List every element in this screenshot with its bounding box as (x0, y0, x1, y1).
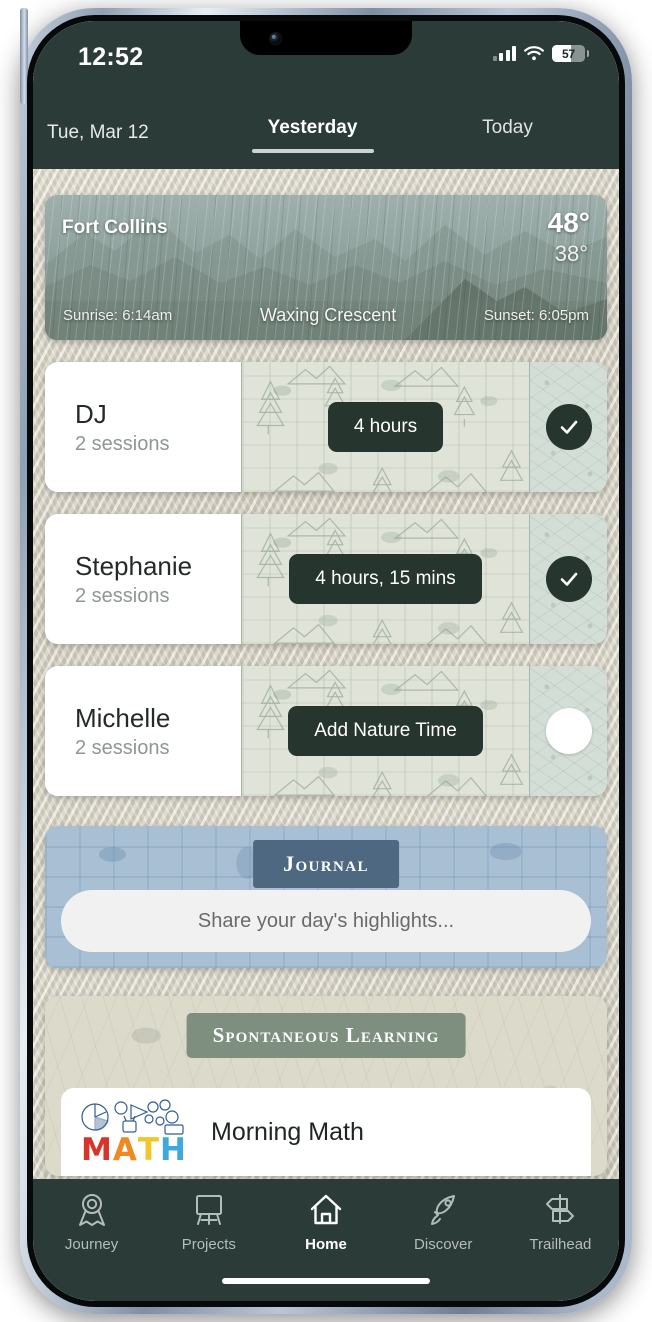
person-status-panel[interactable] (529, 362, 607, 492)
check-icon (560, 420, 577, 434)
spontaneous-learning-title-badge: Spontaneous Learning (186, 1013, 466, 1058)
phone-screen: Fort Collins 48° 38° Sunrise: 6:14am Wax… (33, 21, 619, 1301)
nature-time-button[interactable]: 4 hours, 15 mins (289, 554, 482, 604)
person-name-panel: Stephanie 2 sessions (45, 514, 242, 644)
cellular-signal-icon (492, 46, 516, 61)
signpost-icon (546, 1194, 575, 1224)
person-sessions: 2 sessions (75, 585, 170, 608)
sidebar-item-discover[interactable]: Discover (385, 1191, 502, 1253)
tab-today-label: Today (482, 117, 533, 138)
person-name: Stephanie (75, 550, 193, 581)
front-camera-icon (270, 33, 281, 44)
check-icon (560, 572, 577, 586)
circle-empty-icon[interactable] (545, 708, 592, 754)
person-nature-panel[interactable]: 4 hours (242, 362, 529, 492)
status-bar: 12:52 57 (33, 21, 619, 99)
status-indicators: 57 (492, 45, 589, 62)
home-indicator[interactable] (222, 1278, 430, 1284)
person-sessions: 2 sessions (75, 433, 170, 456)
spontaneous-learning-title: Spontaneous Learning (212, 1023, 440, 1047)
journal-card[interactable]: Journal Share your day's highlights... (45, 826, 607, 968)
weather-footer: Sunrise: 6:14am Waxing Crescent Sunset: … (45, 305, 607, 326)
list-item-title: Morning Math (211, 1117, 364, 1146)
sidebar-item-label: Discover (414, 1236, 473, 1253)
weather-low-temp: 38° (554, 241, 588, 266)
status-time: 12:52 (78, 43, 144, 71)
sidebar-item-label: Projects (181, 1236, 236, 1253)
person-nature-panel[interactable]: Add Nature Time (242, 666, 529, 796)
tab-today[interactable]: Today (410, 117, 605, 139)
weather-high-temp: 48° (547, 207, 590, 238)
person-name: Michelle (75, 702, 171, 733)
battery-icon: 57 (552, 45, 589, 62)
nature-time-button[interactable]: Add Nature Time (288, 706, 483, 756)
sidebar-item-home[interactable]: Home (267, 1191, 384, 1253)
spontaneous-learning-card[interactable]: Spontaneous Learning M A T H Morning Mat… (45, 996, 607, 1176)
battery-cap (586, 50, 589, 57)
scroll-content[interactable]: Fort Collins 48° 38° Sunrise: 6:14am Wax… (33, 169, 619, 1301)
award-ribbon-icon (78, 1194, 105, 1226)
journal-title: Journal (283, 851, 369, 876)
sidebar-item-projects[interactable]: Projects (150, 1191, 267, 1253)
weather-card[interactable]: Fort Collins 48° 38° Sunrise: 6:14am Wax… (45, 195, 607, 340)
person-status-panel[interactable] (529, 514, 607, 644)
weather-city: Fort Collins (62, 217, 168, 238)
person-name-panel: DJ 2 sessions (45, 362, 242, 492)
easel-icon (195, 1195, 222, 1225)
person-card[interactable]: Michelle 2 sessions Add Nature Time (45, 666, 607, 796)
header-date: Tue, Mar 12 (47, 122, 149, 143)
notch (240, 21, 412, 55)
date-tabs-header: Tue, Mar 12 Yesterday Today (33, 99, 619, 169)
math-logo-text: MATH (81, 1132, 187, 1168)
moon-phase-label: Waxing Crescent (259, 305, 397, 325)
house-icon (310, 1194, 342, 1225)
sidebar-item-label: Journey (64, 1236, 119, 1253)
tab-yesterday[interactable]: Yesterday (215, 117, 410, 153)
check-circle-filled-icon[interactable] (545, 556, 592, 602)
nature-time-button[interactable]: 4 hours (327, 402, 444, 452)
check-circle-filled-icon[interactable] (545, 404, 592, 450)
sidebar-item-trailhead[interactable]: Trailhead (502, 1191, 619, 1253)
math-doodle-logo: MATH (79, 1097, 191, 1167)
tab-active-indicator (251, 149, 374, 153)
person-card[interactable]: Stephanie 2 sessions 4 hours, 15 mins (45, 514, 607, 644)
sidebar-item-label: Home (305, 1236, 347, 1253)
person-sessions: 2 sessions (75, 737, 170, 760)
person-nature-panel[interactable]: 4 hours, 15 mins (242, 514, 529, 644)
math-doodle-icon (81, 1099, 184, 1135)
battery-body: 57 (552, 45, 585, 62)
journal-input-placeholder: Share your day's highlights... (197, 909, 455, 932)
sidebar-item-journey[interactable]: Journey (33, 1191, 150, 1253)
tab-yesterday-label: Yesterday (267, 117, 358, 138)
person-name: DJ (75, 398, 107, 429)
person-card[interactable]: DJ 2 sessions 4 hours (45, 362, 607, 492)
journal-input[interactable]: Share your day's highlights... (61, 890, 591, 952)
journal-title-badge: Journal (253, 840, 399, 888)
screenshot-scene: Fort Collins 48° 38° Sunrise: 6:14am Wax… (0, 0, 652, 1322)
list-item[interactable]: MATH Morning Math (61, 1088, 591, 1176)
sunset-label: Sunset: 6:05pm (483, 307, 589, 324)
rocket-icon (431, 1195, 456, 1225)
sidebar-item-label: Trailhead (529, 1236, 592, 1253)
person-status-panel[interactable] (529, 666, 607, 796)
wifi-icon (524, 46, 544, 61)
person-name-panel: Michelle 2 sessions (45, 666, 242, 796)
battery-level-label: 57 (562, 46, 575, 61)
sunrise-label: Sunrise: 6:14am (63, 307, 173, 324)
